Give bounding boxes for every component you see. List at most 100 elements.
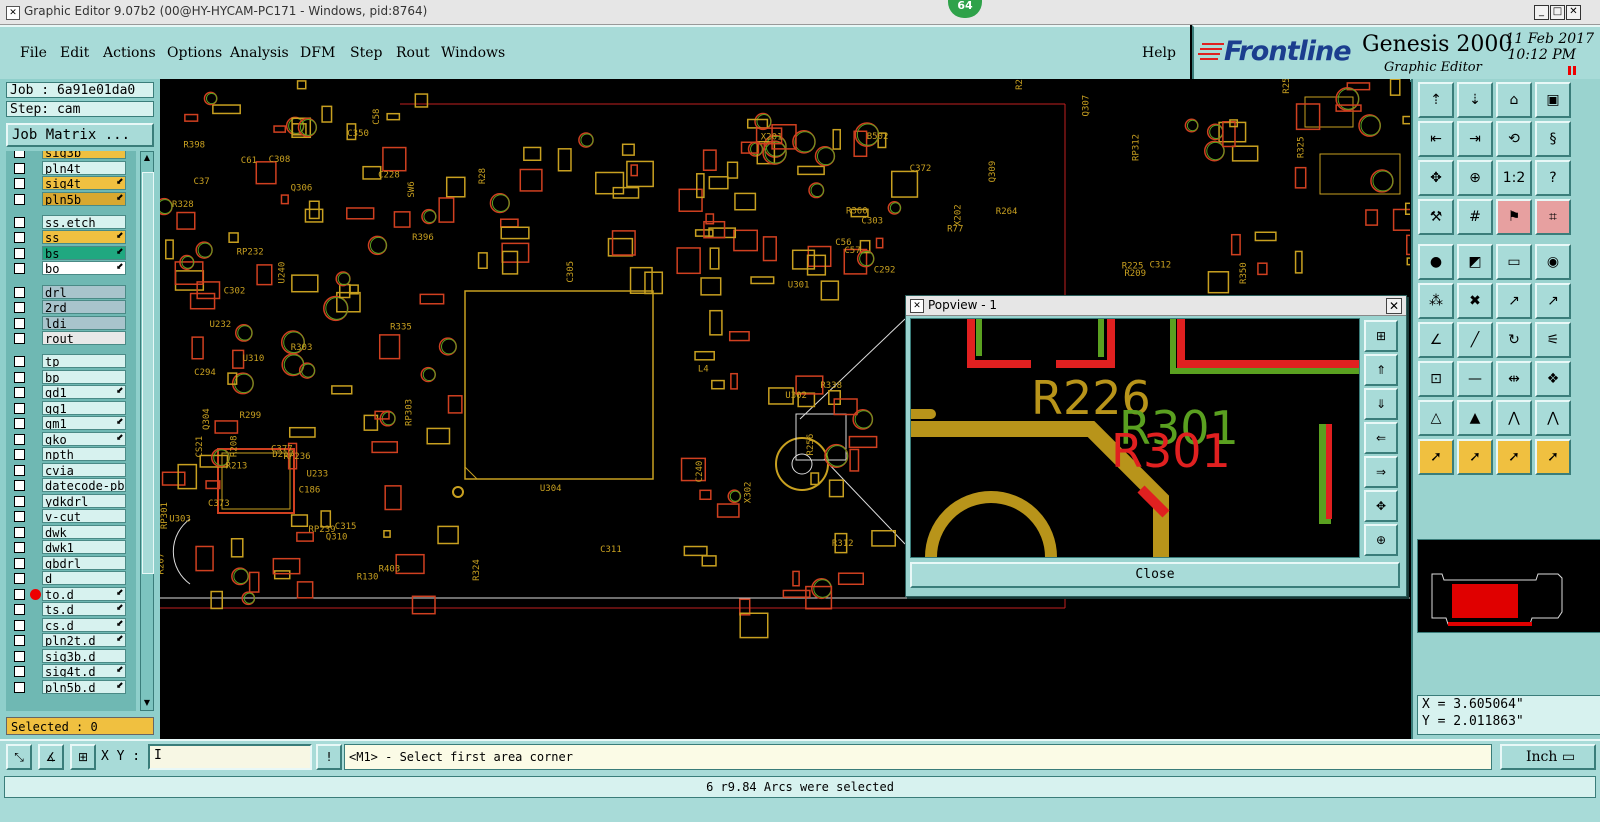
layer-checkbox[interactable] — [14, 333, 25, 344]
layer-name[interactable]: d — [42, 571, 126, 586]
menu-dfm[interactable]: DFM — [300, 45, 335, 61]
layer-checkbox[interactable] — [14, 317, 25, 329]
layer-name[interactable]: 2rd — [42, 300, 126, 314]
minimize-icon[interactable]: _ — [1534, 5, 1549, 20]
layer-row[interactable]: 2rd — [6, 300, 136, 315]
navigator-drawing[interactable] — [1418, 540, 1600, 632]
menu-step[interactable]: Step — [350, 45, 382, 61]
grid-icon[interactable]: # — [1457, 199, 1493, 235]
layer-row[interactable]: pln5b.d ⬋ — [6, 679, 136, 695]
layer-name[interactable]: ss.etch — [42, 214, 126, 229]
layer-checkbox[interactable] — [14, 557, 25, 569]
layer-row[interactable]: bp — [6, 369, 136, 385]
layer-name[interactable]: pln5b.d — [42, 679, 126, 694]
layer-row[interactable]: rout — [6, 331, 136, 346]
layer-name[interactable]: ydkdrl — [42, 493, 126, 508]
popview-close-icon[interactable]: ✕ — [1386, 298, 1402, 314]
diagonal-line-icon[interactable]: ╱ — [1457, 322, 1493, 358]
layer-name[interactable]: gg1 — [42, 400, 126, 415]
page-up-icon[interactable]: ⇡ — [1418, 82, 1454, 118]
popview-zoom-fit-button[interactable]: ⊞ — [1364, 320, 1398, 352]
layer-row[interactable]: dwk — [6, 524, 136, 540]
notification-badge[interactable]: 64 — [948, 0, 982, 18]
layer-checkbox[interactable] — [14, 193, 25, 205]
netlist-icon[interactable]: ⌗ — [1535, 199, 1571, 235]
maximize-icon[interactable]: □ — [1550, 5, 1565, 20]
menu-help[interactable]: Help — [1142, 45, 1176, 61]
menu-options[interactable]: Options — [167, 45, 222, 61]
layer-name[interactable]: ts.d — [42, 602, 126, 617]
layer-name[interactable]: v-cut — [42, 509, 126, 524]
layer-checkbox[interactable] — [14, 302, 25, 313]
layer-row[interactable]: bs ⬋ — [6, 245, 136, 261]
layer-checkbox[interactable] — [14, 247, 25, 259]
layer-color-icon[interactable]: ⚑ — [1496, 199, 1532, 235]
layer-name[interactable]: bo — [42, 261, 126, 276]
layer-row[interactable]: cs.d ⬋ — [6, 617, 136, 633]
triangle-tool-alt-icon[interactable]: ▲ — [1457, 400, 1493, 436]
layer-row[interactable]: drl — [6, 284, 136, 300]
layer-checkbox[interactable] — [14, 619, 25, 631]
layer-row[interactable]: ts.d ⬋ — [6, 602, 136, 617]
layer-checkbox[interactable] — [14, 232, 25, 244]
layer-checkbox[interactable] — [14, 151, 25, 158]
layer-name[interactable]: dwk1 — [42, 540, 126, 555]
popview-pan-down-button[interactable]: ⇓ — [1364, 388, 1398, 420]
layer-row[interactable]: bo ⬋ — [6, 261, 136, 276]
xy-input[interactable]: I — [148, 744, 312, 770]
menu-windows[interactable]: Windows — [441, 45, 505, 61]
layer-checkbox[interactable] — [14, 666, 25, 678]
layer-checkbox[interactable] — [14, 480, 25, 492]
layer-row[interactable]: npth — [6, 447, 136, 462]
layer-name[interactable]: pln4t — [42, 160, 126, 175]
layer-name[interactable]: gd1 — [42, 385, 126, 400]
symbol-tool-icon[interactable]: ⚟ — [1535, 322, 1571, 358]
layer-row[interactable]: v-cut — [6, 509, 136, 524]
popview-close-button[interactable]: Close — [910, 562, 1400, 588]
popview-zoom-drawing[interactable]: R226 R301 R301 — [911, 319, 1359, 557]
pointer-icon[interactable]: ➚ — [1418, 439, 1454, 475]
layer-name[interactable]: npth — [42, 447, 126, 462]
layer-name[interactable]: rout — [42, 331, 126, 345]
layer-row[interactable]: pln2t.d ⬋ — [6, 633, 136, 648]
layer-name[interactable]: sig4t — [42, 176, 126, 190]
mirror-icon[interactable]: ⇹ — [1496, 361, 1532, 397]
popview-zoom-in-button[interactable]: ✥ — [1364, 490, 1398, 522]
line-tool-icon[interactable]: ∠ — [1418, 322, 1454, 358]
layer-checkbox[interactable] — [14, 387, 25, 399]
help-query-icon[interactable]: ? — [1535, 160, 1571, 196]
layer-name[interactable]: tp — [42, 354, 126, 369]
scroll-down-icon[interactable]: ▼ — [142, 698, 152, 708]
layer-row[interactable]: sig3b — [6, 151, 136, 160]
layer-name[interactable]: cs.d — [42, 617, 126, 632]
layer-name[interactable]: datecode-pb — [42, 478, 126, 493]
layer-name[interactable]: bp — [42, 369, 126, 384]
layer-checkbox[interactable] — [14, 449, 25, 461]
layer-checkbox[interactable] — [14, 418, 25, 430]
layer-row[interactable]: tp — [6, 354, 136, 369]
layer-checkbox[interactable] — [14, 681, 25, 693]
redraw-icon[interactable]: ⟲ — [1496, 121, 1532, 157]
measure-tool-icon[interactable]: ⚒ — [1418, 199, 1454, 235]
ruler-icon[interactable]: ▭ — [1496, 244, 1532, 280]
close-icon[interactable]: ✕ — [1566, 5, 1581, 20]
layer-checkbox[interactable] — [14, 526, 25, 538]
layer-checkbox[interactable] — [14, 635, 25, 647]
layer-name[interactable]: sig3b — [42, 151, 126, 159]
layer-checkbox[interactable] — [14, 178, 25, 189]
snap-corner-icon[interactable]: ⤡ — [6, 744, 32, 770]
layer-row[interactable]: sig3b.d — [6, 648, 136, 664]
popview-pan-left-button[interactable]: ⇐ — [1364, 422, 1398, 454]
scroll-up-icon[interactable]: ▲ — [142, 153, 152, 163]
zoom-in-icon[interactable]: ⊕ — [1457, 160, 1493, 196]
connect-icon[interactable]: ↗ — [1496, 283, 1532, 319]
layer-checkbox[interactable] — [14, 604, 25, 616]
layer-checkbox[interactable] — [14, 464, 25, 476]
layer-name[interactable]: sig3b.d — [42, 648, 126, 663]
net-points-icon[interactable]: ⁂ — [1418, 283, 1454, 319]
popview-zoom-out-button[interactable]: ⊕ — [1364, 524, 1398, 556]
menu-file[interactable]: File — [20, 45, 47, 61]
layer-row[interactable]: pln5b ⬋ — [6, 191, 136, 207]
layer-checkbox[interactable] — [14, 286, 25, 298]
arch-tool-icon[interactable]: ⋀ — [1496, 400, 1532, 436]
